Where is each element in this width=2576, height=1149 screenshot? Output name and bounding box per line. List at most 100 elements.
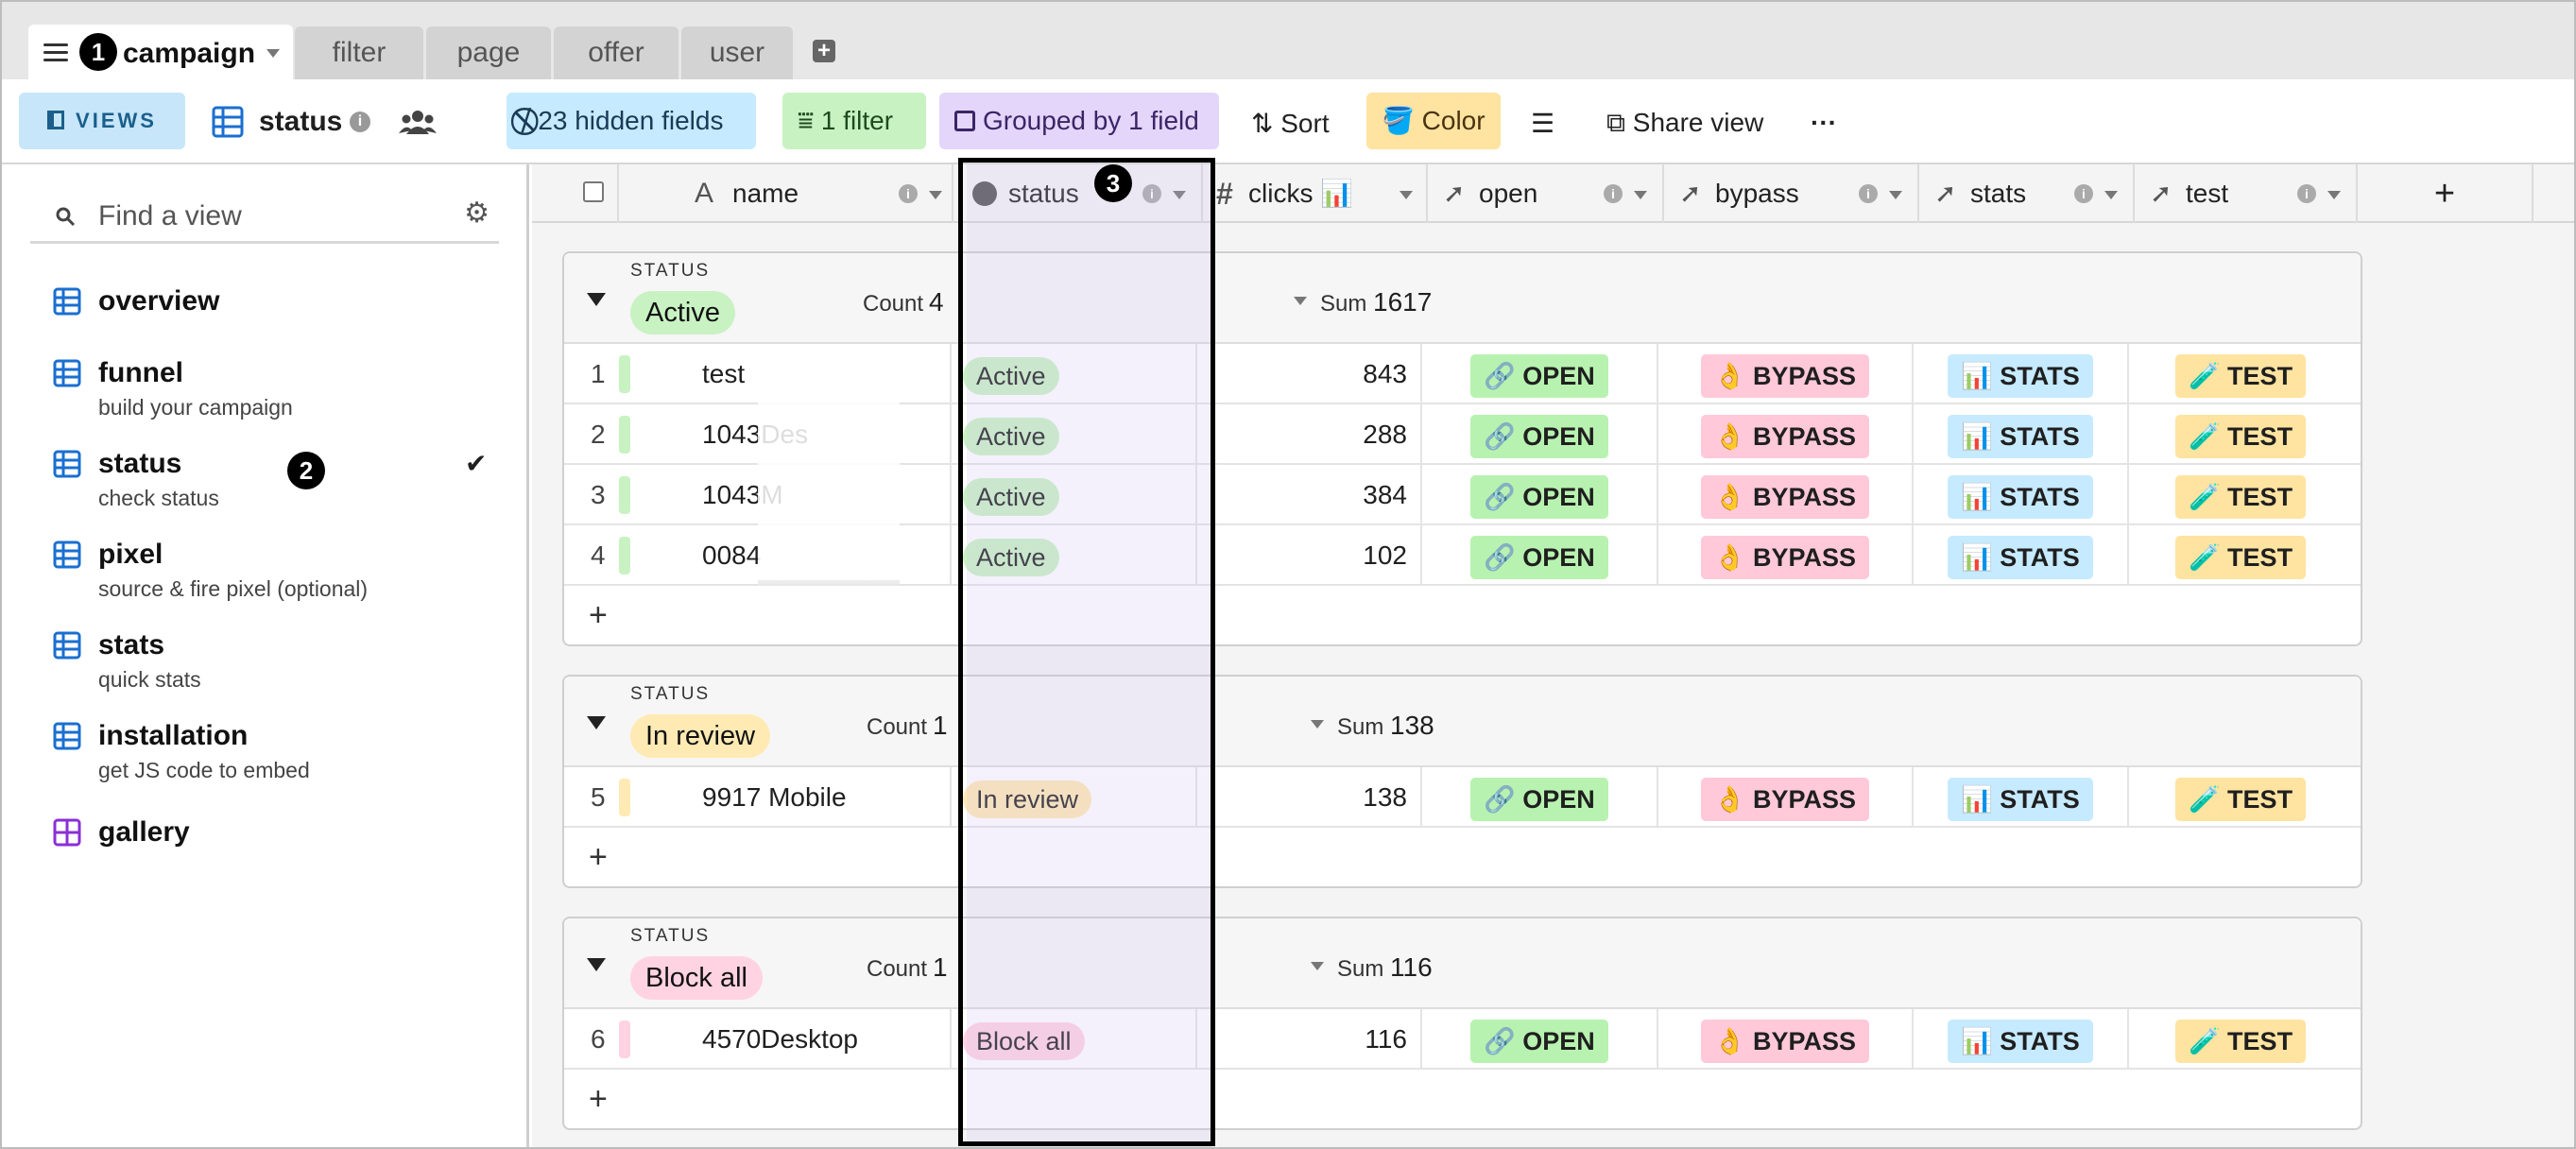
sidebar-item-installation[interactable]: installation get JS code to embed bbox=[53, 720, 310, 783]
open-button[interactable]: 🔗 OPEN bbox=[1470, 535, 1608, 579]
open-button[interactable]: 🔗 OPEN bbox=[1470, 414, 1608, 458]
collapse-group-icon[interactable] bbox=[587, 293, 606, 306]
tab-campaign[interactable]: 1 campaign bbox=[28, 25, 293, 79]
column-header-open[interactable]: ➚ open i bbox=[1428, 164, 1664, 223]
open-button[interactable]: 🔗 OPEN bbox=[1470, 474, 1608, 519]
redaction-overlay bbox=[758, 401, 900, 586]
add-record-row[interactable]: + bbox=[564, 1072, 2361, 1132]
summary-dropdown-icon[interactable] bbox=[1311, 962, 1324, 970]
view-name[interactable]: status bbox=[259, 106, 342, 138]
share-view-button[interactable]: ⧉ Share view bbox=[1606, 108, 1763, 139]
name-cell[interactable]: 6 4570Desktop bbox=[564, 1009, 952, 1070]
tab-offer[interactable]: offer bbox=[554, 26, 678, 79]
collapse-group-icon[interactable] bbox=[587, 958, 606, 971]
add-record-row[interactable]: + bbox=[564, 588, 2361, 648]
stats-button[interactable]: 📊 STATS bbox=[1948, 1019, 2093, 1063]
open-button[interactable]: 🔗 OPEN bbox=[1470, 777, 1608, 821]
chevron-down-icon[interactable] bbox=[266, 49, 280, 58]
tab-filter[interactable]: filter bbox=[295, 26, 423, 79]
color-button[interactable]: 🪣 Color bbox=[1366, 93, 1501, 149]
row-height-icon[interactable]: ☰ bbox=[1531, 108, 1554, 139]
bypass-cell: 👌 BYPASS bbox=[1658, 767, 1914, 828]
stats-button[interactable]: 📊 STATS bbox=[1948, 353, 2093, 398]
bypass-button[interactable]: 👌 BYPASS bbox=[1700, 474, 1870, 519]
more-options-icon[interactable]: ··· bbox=[1811, 108, 1837, 138]
group-button[interactable]: Grouped by 1 field bbox=[939, 93, 1219, 149]
tab-page[interactable]: page bbox=[426, 26, 551, 79]
sidebar-item-gallery[interactable]: gallery bbox=[53, 816, 190, 849]
chevron-down-icon[interactable] bbox=[1634, 191, 1647, 199]
add-record-icon[interactable]: + bbox=[589, 597, 608, 634]
add-record-row[interactable]: + bbox=[564, 830, 2361, 890]
sort-button[interactable]: ⇅ Sort bbox=[1251, 108, 1330, 139]
info-icon[interactable]: i bbox=[1604, 184, 1623, 203]
chevron-down-icon[interactable] bbox=[2327, 191, 2341, 199]
sidebar-item-stats[interactable]: stats quick stats bbox=[53, 629, 201, 693]
select-all-checkbox[interactable] bbox=[583, 181, 604, 202]
bypass-button[interactable]: 👌 BYPASS bbox=[1700, 1019, 1870, 1063]
bypass-button[interactable]: 👌 BYPASS bbox=[1700, 414, 1870, 458]
gear-icon[interactable]: ⚙ bbox=[464, 197, 489, 230]
sidebar-item-funnel[interactable]: funnel build your campaign bbox=[53, 357, 293, 420]
table-row[interactable]: 5 9917 Mobile In review 138 🔗 OPEN 👌 BYP… bbox=[564, 767, 2361, 828]
open-button[interactable]: 🔗 OPEN bbox=[1470, 353, 1608, 398]
chevron-down-icon[interactable] bbox=[929, 191, 942, 199]
tab-user[interactable]: user bbox=[681, 26, 793, 79]
info-icon[interactable]: i bbox=[1859, 184, 1878, 203]
summary-dropdown-icon[interactable] bbox=[1311, 720, 1324, 729]
sidebar-item-status[interactable]: status check status 2 ✔ bbox=[53, 448, 497, 511]
test-button[interactable]: 🧪 TEST bbox=[2174, 1019, 2307, 1063]
info-icon[interactable]: i bbox=[2297, 184, 2316, 203]
add-table-icon[interactable]: + bbox=[813, 40, 835, 62]
bypass-button[interactable]: 👌 BYPASS bbox=[1700, 535, 1870, 579]
bypass-button[interactable]: 👌 BYPASS bbox=[1700, 353, 1870, 398]
record-name: 4570Desktop bbox=[702, 1024, 859, 1054]
chevron-down-icon[interactable] bbox=[1400, 191, 1413, 199]
stats-button[interactable]: 📊 STATS bbox=[1948, 414, 2093, 458]
test-button[interactable]: 🧪 TEST bbox=[2174, 535, 2307, 579]
hidden-fields-button[interactable]: ⧸⃠ 23 hidden fields bbox=[507, 93, 756, 149]
table-row[interactable]: 1 test Active 843 🔗 OPEN 👌 BYPASS 📊 STAT… bbox=[564, 344, 2361, 404]
sidebar-item-overview[interactable]: overview bbox=[53, 285, 219, 317]
open-button[interactable]: 🔗 OPEN bbox=[1470, 1019, 1608, 1063]
clicks-cell[interactable]: 138 bbox=[1197, 767, 1422, 828]
filter-button[interactable]: ⩸ 1 filter bbox=[782, 93, 926, 149]
column-header-bypass[interactable]: ➚ bypass i bbox=[1664, 164, 1919, 223]
clicks-cell[interactable]: 843 bbox=[1197, 344, 1422, 404]
stats-button[interactable]: 📊 STATS bbox=[1948, 474, 2093, 519]
chevron-down-icon[interactable] bbox=[1889, 191, 1902, 199]
views-toggle-button[interactable]: VIEWS bbox=[19, 93, 185, 149]
group-field-label: STATUS bbox=[630, 684, 711, 704]
info-icon[interactable]: i bbox=[2074, 184, 2093, 203]
hamburger-menu-icon[interactable] bbox=[43, 43, 68, 62]
summary-dropdown-icon[interactable] bbox=[1294, 297, 1307, 305]
test-button[interactable]: 🧪 TEST bbox=[2174, 414, 2307, 458]
test-button[interactable]: 🧪 TEST bbox=[2174, 777, 2307, 821]
sidebar-item-pixel[interactable]: pixel source & fire pixel (optional) bbox=[53, 539, 368, 602]
chevron-down-icon[interactable] bbox=[2104, 191, 2118, 199]
collapse-group-icon[interactable] bbox=[587, 716, 606, 729]
column-header-test[interactable]: ➚ test i bbox=[2135, 164, 2358, 223]
name-cell[interactable]: 5 9917 Mobile bbox=[564, 767, 952, 828]
add-field-button[interactable]: + bbox=[2358, 164, 2533, 223]
table-row[interactable]: 6 4570Desktop Block all 116 🔗 OPEN 👌 BYP… bbox=[564, 1009, 2361, 1070]
clicks-cell[interactable]: 102 bbox=[1197, 525, 1422, 586]
add-record-icon[interactable]: + bbox=[589, 1081, 608, 1118]
column-header-clicks[interactable]: # clicks 📊 bbox=[1203, 164, 1428, 223]
clicks-cell[interactable]: 288 bbox=[1197, 404, 1422, 465]
clicks-cell[interactable]: 116 bbox=[1197, 1009, 1422, 1070]
clicks-cell[interactable]: 384 bbox=[1197, 465, 1422, 525]
column-header-name[interactable]: A name i bbox=[619, 164, 953, 223]
info-icon[interactable]: i bbox=[350, 111, 370, 132]
bypass-button[interactable]: 👌 BYPASS bbox=[1700, 777, 1870, 821]
stats-button[interactable]: 📊 STATS bbox=[1948, 535, 2093, 579]
test-button[interactable]: 🧪 TEST bbox=[2174, 353, 2307, 398]
name-cell[interactable]: 1 test bbox=[564, 344, 952, 404]
add-record-icon[interactable]: + bbox=[589, 839, 608, 876]
view-search-field[interactable]: Find a view ⚙ bbox=[30, 187, 499, 244]
info-icon[interactable]: i bbox=[899, 184, 918, 203]
stats-button[interactable]: 📊 STATS bbox=[1948, 777, 2093, 821]
collaborators-icon[interactable] bbox=[399, 108, 437, 136]
column-header-stats[interactable]: ➚ stats i bbox=[1919, 164, 2135, 223]
test-button[interactable]: 🧪 TEST bbox=[2174, 474, 2307, 519]
